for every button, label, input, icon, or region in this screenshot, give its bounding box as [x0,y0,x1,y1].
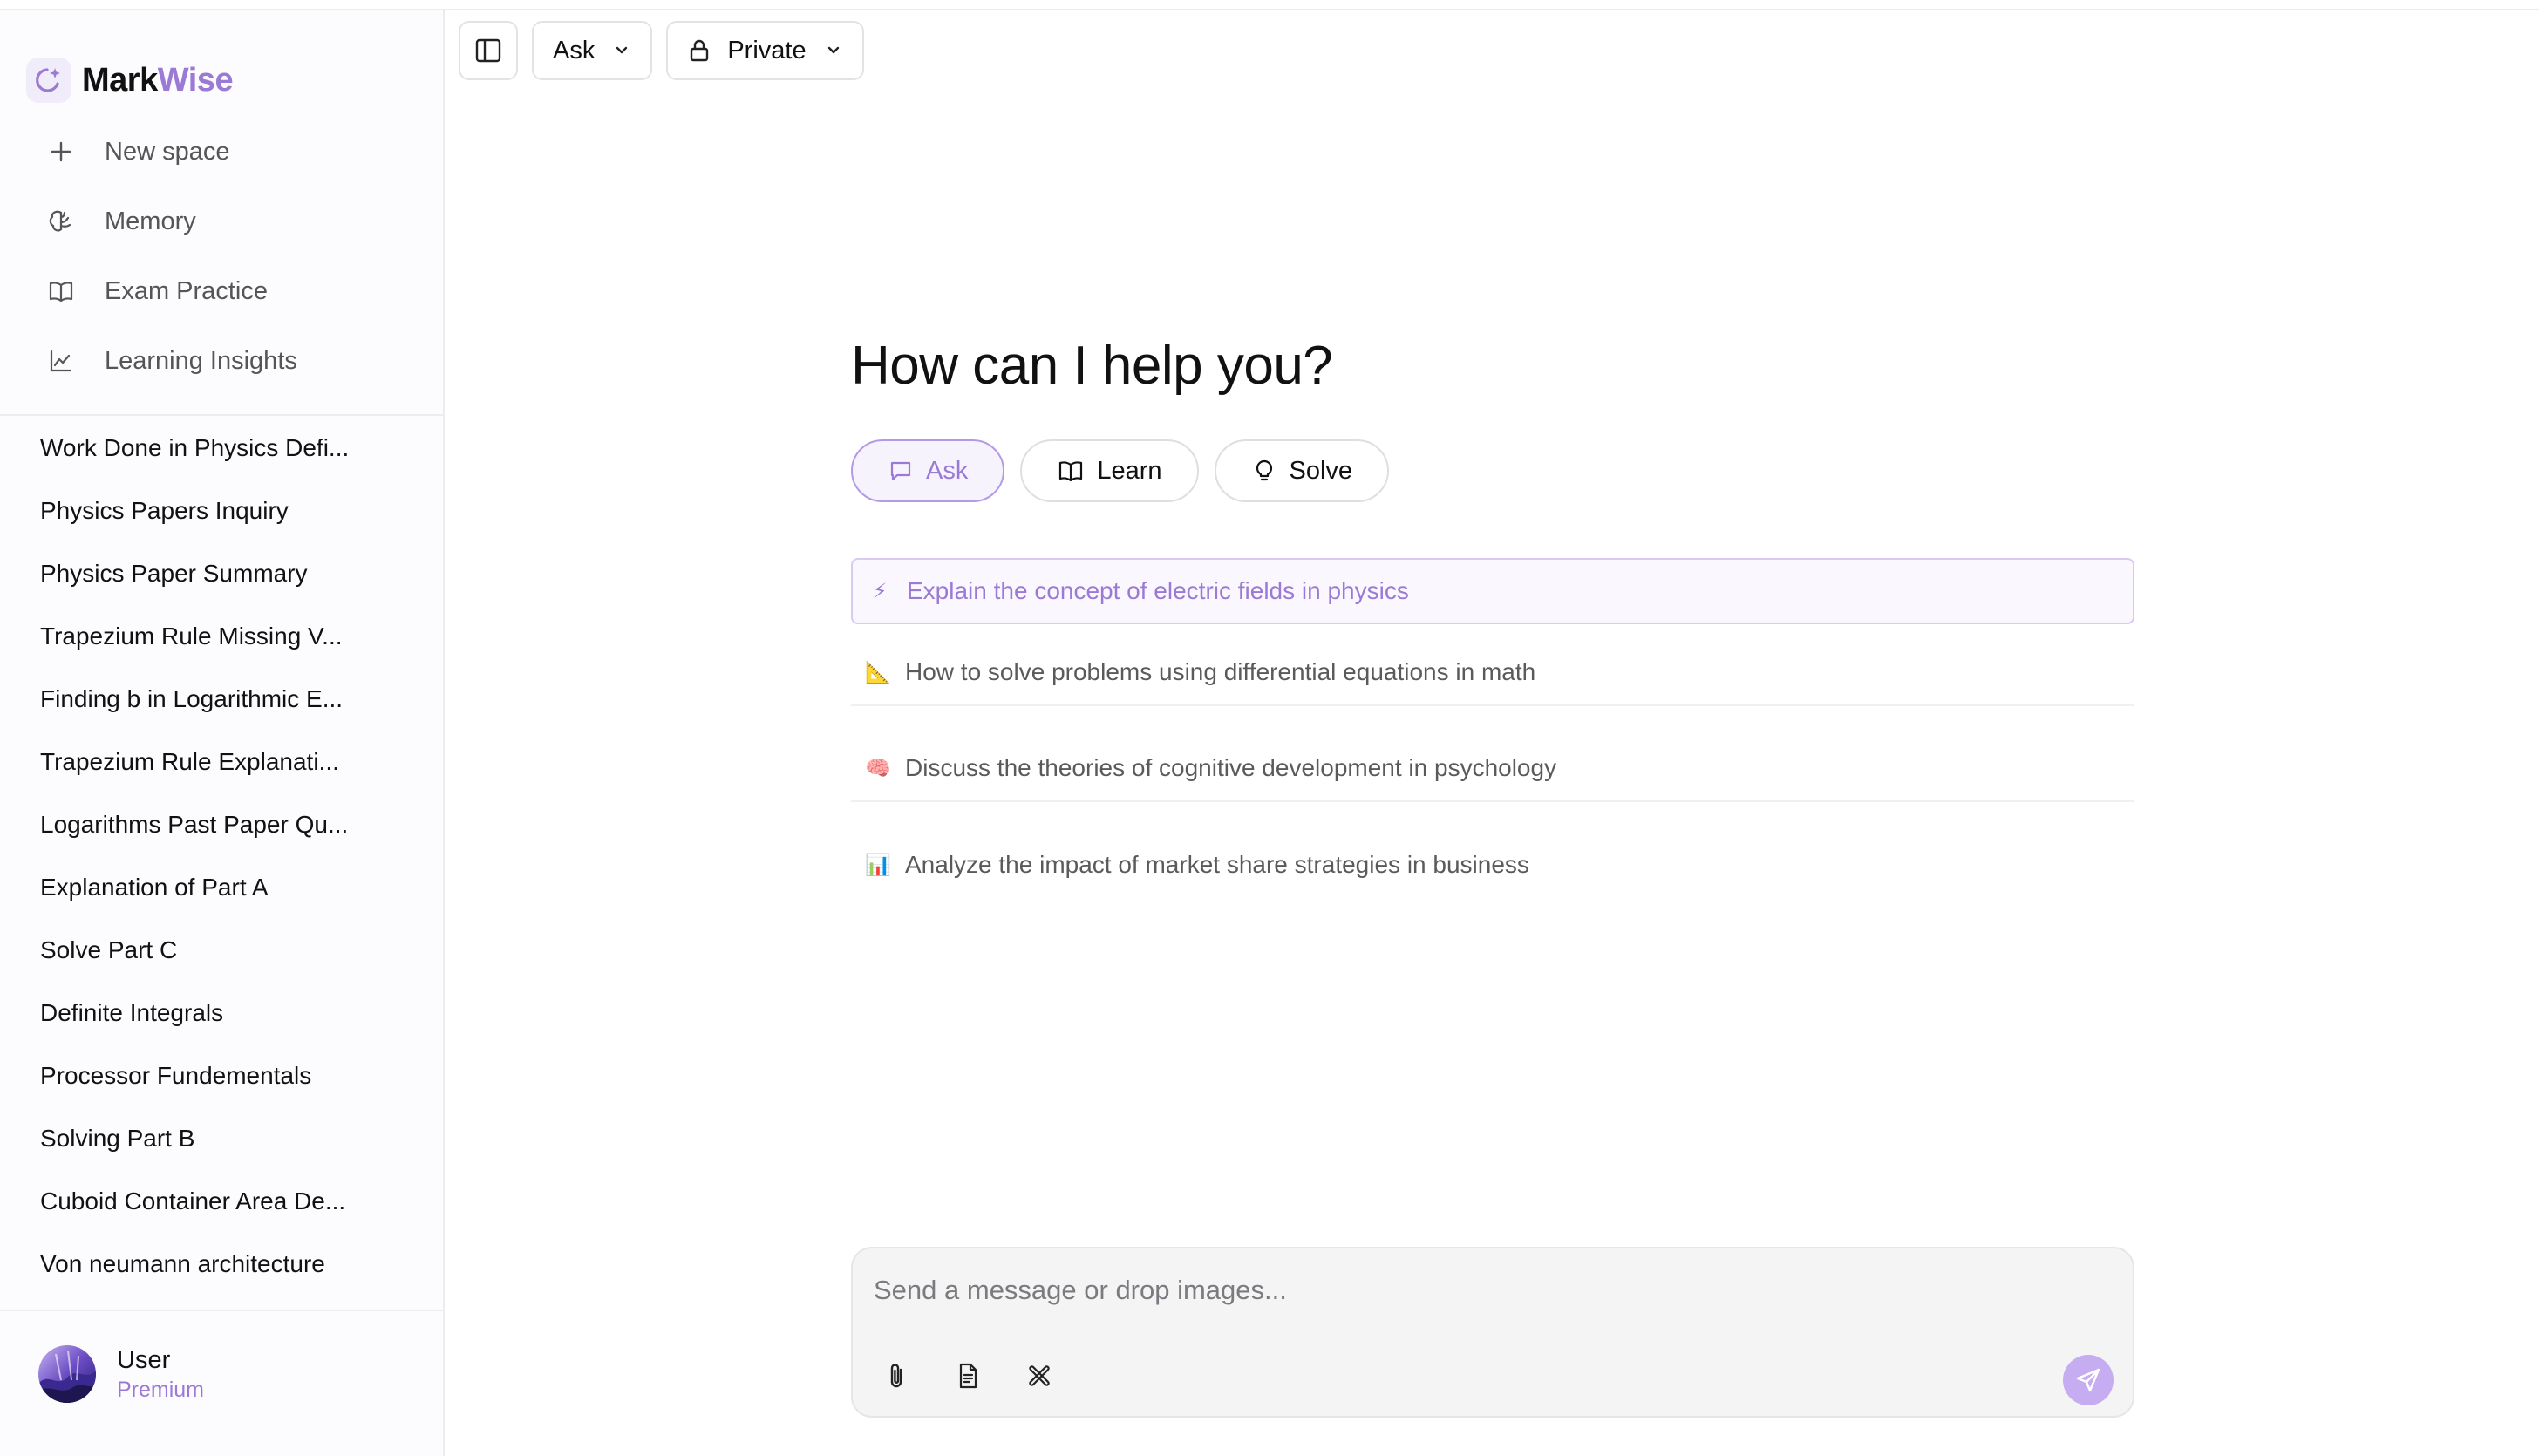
chart-line-icon [44,344,78,378]
suggestion-text: Discuss the theories of cognitive develo… [905,754,1557,781]
history-item[interactable]: Processor Fundementals [26,1044,427,1107]
send-icon [2074,1366,2102,1394]
history-item[interactable]: Trapezium Rule Explanati... [26,731,427,793]
history-item[interactable]: Physics Papers Inquiry [26,480,427,542]
history-item[interactable]: Work Done in Physics Defi... [26,417,427,480]
lightbulb-icon [1251,458,1277,484]
lock-icon [687,38,711,63]
user-name: User [117,1346,171,1374]
history-item[interactable]: Explanation of Part A [26,856,427,919]
avatar [38,1345,96,1403]
user-profile[interactable]: User Premium [38,1344,204,1404]
document-button[interactable] [949,1357,987,1395]
attach-button[interactable] [877,1357,916,1395]
mode-label: Ask [926,456,969,485]
history-item[interactable]: Physics Paper Summary [26,542,427,605]
top-border [0,0,2539,10]
sidebar-toggle-icon [473,36,503,65]
history-item[interactable]: Solving Part B [26,1107,427,1170]
suggestion-item[interactable]: 📊 Analyze the impact of market share str… [851,832,2134,898]
suggestion-item[interactable]: 🧠 Discuss the theories of cognitive deve… [851,736,2134,802]
page-title: How can I help you? [851,336,1333,396]
tools-button[interactable] [1020,1357,1058,1395]
divider [0,1310,443,1311]
history-item[interactable]: Finding b in Logarithmic E... [26,668,427,731]
visibility-dropdown-label: Private [727,36,807,65]
sidebar-item-exam-practice[interactable]: Exam Practice [26,256,427,326]
sidebar-nav: New space Memory Exam Practice Learning … [26,117,427,396]
sidebar-item-learning-insights[interactable]: Learning Insights [26,326,427,396]
mode-selector: Ask Learn Solve [851,439,1390,502]
mode-dropdown-label: Ask [553,36,596,65]
new-space-button[interactable]: New space [26,117,427,187]
history-item[interactable]: Definite Integrals [26,982,427,1044]
brand[interactable]: MarkWise [26,45,234,115]
top-toolbar: Ask Private [459,21,864,80]
history-item[interactable]: Von neumann architecture [26,1233,427,1296]
chevron-down-icon [824,41,843,60]
brand-name: MarkWise [82,61,234,99]
document-icon [955,1362,981,1390]
book-icon [44,274,78,309]
visibility-dropdown[interactable]: Private [666,21,864,80]
mode-dropdown[interactable]: Ask [532,21,653,80]
tools-icon [1026,1363,1052,1389]
nav-label: Memory [105,207,196,235]
nav-label: New space [105,137,230,166]
divider [0,414,443,416]
mode-ask-button[interactable]: Ask [851,439,1005,502]
mode-label: Solve [1289,456,1353,485]
nav-label: Learning Insights [105,346,297,375]
brain-emoji-icon: 🧠 [865,756,891,780]
plus-icon [44,134,78,169]
lightning-icon: ⚡ [872,579,888,603]
message-composer [851,1247,2134,1418]
sidebar-item-memory[interactable]: Memory [26,187,427,256]
chat-history-list: Work Done in Physics Defi... Physics Pap… [26,417,427,1296]
chevron-down-icon [612,41,631,60]
bar-chart-icon: 📊 [865,853,891,877]
history-item[interactable]: Cuboid Container Area De... [26,1170,427,1233]
brain-icon [44,204,78,239]
mode-label: Learn [1097,456,1162,485]
suggestion-text: Explain the concept of electric fields i… [907,577,1409,604]
paperclip-icon [883,1361,909,1391]
send-button[interactable] [2063,1355,2114,1405]
user-plan-badge: Premium [117,1378,205,1402]
suggestion-list: ⚡ Explain the concept of electric fields… [851,558,2134,928]
suggestion-text: How to solve problems using differential… [905,658,1536,685]
suggestion-text: Analyze the impact of market share strat… [905,851,1529,878]
chat-bubble-icon [888,458,914,484]
message-input[interactable] [874,1271,2094,1310]
suggestion-item[interactable]: ⚡ Explain the concept of electric fields… [851,558,2134,624]
book-open-icon [1057,457,1085,485]
history-item[interactable]: Logarithms Past Paper Qu... [26,793,427,856]
composer-tools [877,1357,1058,1395]
suggestion-item[interactable]: 📐 How to solve problems using differenti… [851,640,2134,706]
history-item[interactable]: Trapezium Rule Missing V... [26,605,427,668]
mode-learn-button[interactable]: Learn [1020,439,1199,502]
brand-logo-icon [26,58,71,103]
history-item[interactable]: Solve Part C [26,919,427,982]
mode-solve-button[interactable]: Solve [1214,439,1390,502]
sidebar: MarkWise New space Memory Exam Practice … [0,10,445,1456]
toggle-sidebar-button[interactable] [459,21,518,80]
nav-label: Exam Practice [105,276,268,305]
triangle-ruler-icon: 📐 [865,660,891,684]
